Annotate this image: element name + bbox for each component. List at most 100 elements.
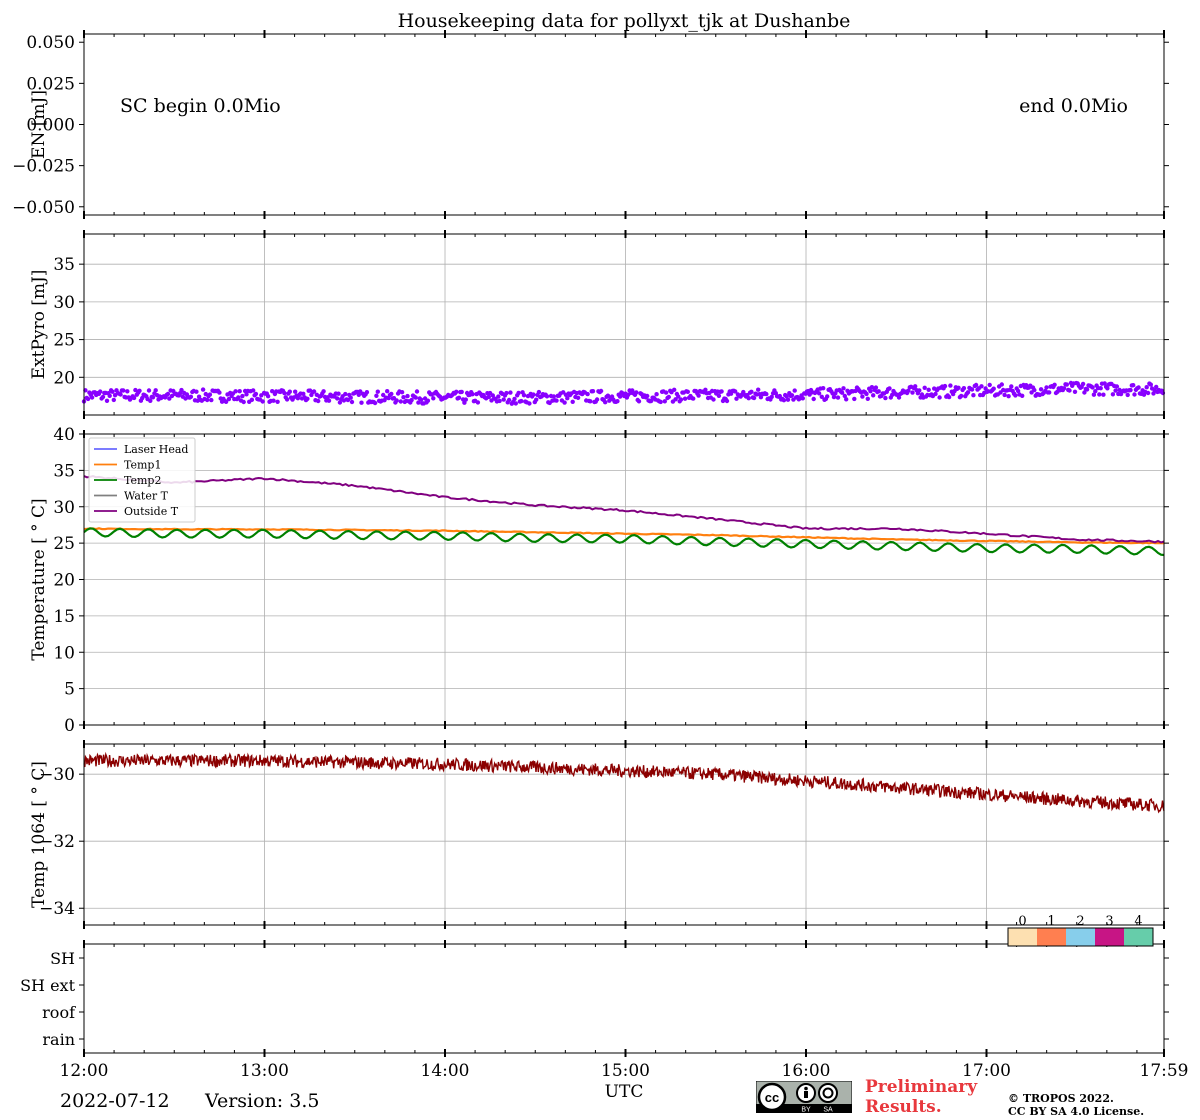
temperature-legend: Laser Head Temp1 Temp2 Water T Outside T (88, 437, 196, 523)
extpyro-point (781, 398, 787, 403)
svg-text:cc: cc (765, 1090, 779, 1105)
extpyro-point (1009, 384, 1014, 389)
extpyro-point (425, 398, 431, 403)
extpyro-point (496, 394, 501, 399)
sc-end-annotation: end 0.0Mio (1019, 95, 1128, 117)
y-tick-label: 20 (53, 368, 75, 388)
extpyro-point (249, 397, 255, 402)
extpyro-point (987, 382, 992, 388)
extpyro-point (431, 396, 436, 401)
extpyro-point (598, 388, 604, 394)
colorbar-swatch (1037, 928, 1066, 946)
extpyro-point (594, 397, 600, 402)
extpyro-point (519, 398, 524, 404)
extpyro-point (401, 395, 406, 400)
status-row-label: roof (42, 1003, 76, 1022)
extpyro-point (1105, 386, 1110, 391)
extpyro-point (413, 395, 418, 400)
extpyro-point (865, 396, 870, 401)
extpyro-point (375, 389, 380, 394)
extpyro-point (562, 400, 567, 405)
y-tick-label: 5 (64, 680, 75, 700)
extpyro-point (107, 393, 112, 398)
temp1064-line (83, 751, 1165, 814)
extpyro-point (284, 397, 290, 402)
cc-by-text: BY (801, 1107, 811, 1114)
extpyro-point (241, 399, 246, 405)
y-axis-label: Temperature [ ° C] (29, 498, 49, 660)
extpyro-point (1047, 390, 1052, 395)
extpyro-point (335, 396, 340, 401)
extpyro-point (876, 389, 881, 394)
legend-label: Water T (124, 490, 169, 503)
x-tick-label: 15:00 (601, 1061, 650, 1081)
extpyro-point (217, 390, 222, 395)
x-tick-label: 12:00 (60, 1061, 109, 1081)
extpyro-point (1072, 389, 1078, 394)
y-tick-label: 25 (53, 534, 75, 554)
version-label: Version: 3.5 (205, 1090, 320, 1112)
extpyro-point (275, 399, 280, 404)
extpyro-point (1020, 393, 1025, 398)
extpyro-point (719, 389, 724, 394)
legend-label: Outside T (124, 505, 179, 518)
extpyro-point (658, 399, 663, 405)
extpyro-point (590, 389, 596, 394)
extpyro-point (148, 398, 153, 403)
y-tick-label: 30 (53, 498, 75, 518)
extpyro-point (910, 390, 915, 395)
extpyro-point (682, 396, 688, 401)
status-row-label: SH (50, 949, 75, 968)
extpyro-point (118, 392, 123, 397)
panel-frame (83, 33, 1165, 216)
extpyro-point (470, 392, 475, 397)
extpyro-point (200, 387, 206, 392)
extpyro-point (672, 387, 677, 392)
extpyro-point (933, 391, 938, 397)
extpyro-point (800, 396, 805, 401)
extpyro-point (104, 398, 110, 403)
extpyro-point (948, 383, 953, 388)
extpyro-point (864, 391, 869, 397)
extpyro-point (873, 385, 879, 390)
extpyro-point (751, 395, 757, 401)
extpyro-point (1097, 392, 1102, 397)
extpyro-point (385, 389, 390, 394)
extpyro-point (821, 386, 826, 391)
extpyro-point (937, 395, 942, 400)
extpyro-point (724, 398, 730, 404)
data-series (81, 380, 1166, 814)
extpyro-point (979, 384, 984, 389)
extpyro-point (153, 388, 158, 393)
extpyro-point (1131, 383, 1136, 388)
colorbar-tick-label: 1 (1047, 914, 1055, 929)
extpyro-point (486, 394, 491, 400)
x-tick-label: 16:00 (782, 1061, 831, 1081)
extpyro-point (1101, 392, 1106, 397)
extpyro-point (516, 390, 521, 396)
extpyro-point (504, 390, 509, 396)
extpyro-point (1132, 392, 1137, 397)
extpyro-point (506, 397, 512, 403)
extpyro-point (399, 390, 405, 395)
extpyro-point (389, 391, 394, 397)
extpyro-point (209, 397, 214, 403)
preliminary-results-note: Preliminary Results. (865, 1077, 977, 1117)
extpyro-point (883, 395, 888, 401)
extpyro-point (456, 395, 462, 400)
extpyro-point (1125, 392, 1130, 398)
copyright-line-1: © TROPOS 2022. (1008, 1092, 1114, 1105)
extpyro-point (1064, 382, 1070, 387)
extpyro-point (89, 395, 95, 400)
extpyro-point (405, 393, 410, 399)
extpyro-point (789, 393, 795, 398)
extpyro-point (454, 389, 459, 394)
extpyro-point (459, 389, 464, 395)
extpyro-point (326, 398, 332, 403)
extpyro-point (852, 396, 857, 402)
extpyro-point (841, 386, 846, 391)
extpyro-point (260, 399, 265, 404)
extpyro-point (534, 397, 539, 402)
extpyro-point (205, 397, 210, 403)
extpyro-point (868, 389, 873, 394)
